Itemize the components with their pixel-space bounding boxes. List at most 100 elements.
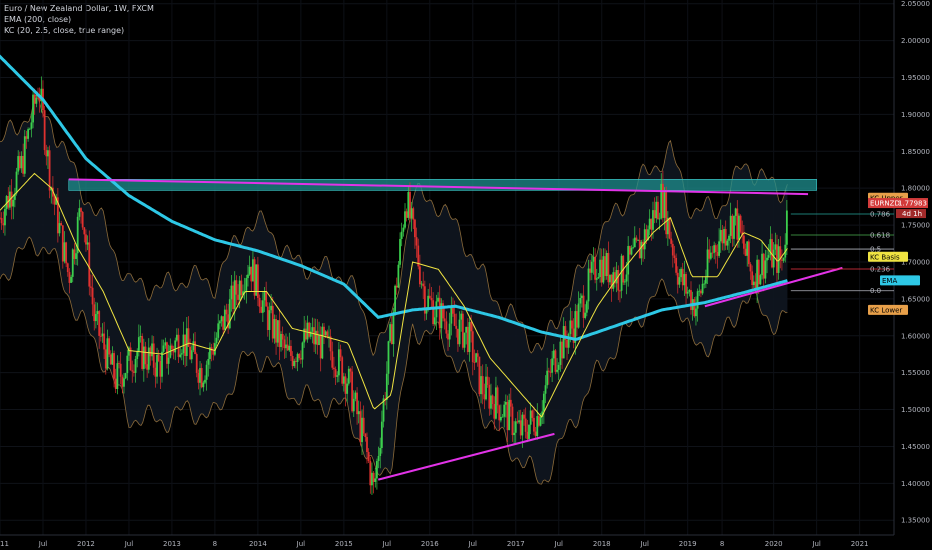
last-price-value: 1.77983	[898, 200, 927, 208]
candle-body	[137, 337, 140, 352]
candle-body	[468, 322, 471, 353]
candle-body	[361, 417, 363, 443]
candle-body	[757, 259, 760, 285]
candle-body	[48, 150, 51, 191]
candle-body	[607, 252, 610, 283]
candle-body	[442, 303, 444, 319]
candle-body	[623, 281, 626, 283]
candle-body	[147, 347, 150, 370]
candle-body	[75, 253, 77, 259]
candle-body	[399, 238, 401, 265]
candle-body	[232, 285, 234, 310]
candle-body	[63, 242, 66, 262]
candle-body	[665, 192, 668, 235]
candle-body	[22, 155, 25, 174]
x-tick-label: 2011	[0, 540, 9, 548]
x-tick-label: 2018	[593, 540, 611, 548]
candle-body	[293, 360, 296, 367]
candle-body	[422, 283, 425, 287]
candle-body	[733, 215, 735, 239]
candle-body	[504, 401, 507, 405]
kc-basis-tag: KC Basis	[868, 251, 908, 262]
candle-body	[58, 223, 61, 234]
x-tick-label: 2013	[163, 540, 181, 548]
y-tick-label: 1.50000	[901, 406, 930, 414]
candle-body	[174, 340, 177, 353]
candle-body	[179, 354, 182, 357]
candle-body	[83, 227, 86, 235]
candle-body	[215, 337, 218, 344]
candle-body	[253, 259, 256, 296]
x-tick-label: 2016	[421, 540, 439, 548]
candle-body	[781, 259, 783, 261]
candle-body	[457, 328, 459, 345]
candle-body	[465, 326, 468, 333]
candle-body	[195, 354, 198, 373]
candle-body	[27, 129, 30, 139]
candle-body	[734, 208, 737, 216]
candle-body	[23, 136, 26, 174]
candle-body	[592, 256, 595, 262]
candle-body	[369, 460, 372, 486]
candle-body	[473, 362, 476, 363]
candle-body	[380, 421, 383, 448]
candle-body	[65, 242, 68, 264]
candle-body	[80, 208, 82, 212]
price-chart[interactable]: 2.05000 2.00000 1.95000 1.90000 1.85000 1.800…	[0, 0, 932, 550]
candle-body	[602, 256, 605, 283]
candle-body	[678, 277, 681, 285]
candle-body	[144, 346, 147, 365]
candle-body	[270, 305, 273, 311]
candle-body	[131, 370, 134, 372]
candle-body	[255, 264, 258, 296]
candle-body	[414, 219, 416, 238]
candle-body	[657, 201, 659, 220]
candle-body	[192, 341, 195, 351]
candle-body	[230, 285, 233, 300]
candle-body	[643, 229, 646, 250]
x-tick-label: Jul	[296, 540, 306, 548]
y-tick-label: 2.05000	[901, 0, 930, 8]
candle-body	[668, 217, 671, 239]
candle-body	[258, 297, 261, 307]
candle-body	[66, 263, 69, 273]
candle-body	[420, 283, 423, 285]
candle-body	[533, 417, 535, 432]
candle-body	[271, 305, 274, 339]
candle-body	[116, 363, 119, 389]
candle-body	[298, 353, 301, 359]
candle-body	[693, 299, 696, 317]
candle-body	[238, 280, 241, 300]
candle-body	[347, 368, 350, 384]
candle-body	[283, 339, 286, 349]
candle-body	[377, 456, 380, 462]
candle-body	[273, 319, 276, 339]
candle-body	[134, 358, 137, 373]
candle-body	[111, 353, 114, 365]
candle-body	[498, 405, 501, 421]
candle-body	[675, 257, 678, 273]
candle-body	[240, 280, 243, 296]
candle-body	[151, 343, 153, 357]
candle-body	[744, 248, 747, 256]
x-tick-label: 2014	[249, 540, 267, 548]
candle-body	[726, 240, 729, 246]
x-tick-label: 2015	[335, 540, 353, 548]
candle-body	[86, 242, 89, 245]
candle-body	[185, 328, 188, 356]
candle-body	[407, 192, 410, 218]
candle-body	[627, 246, 630, 275]
x-tick-label: Jul	[639, 540, 649, 548]
candle-body	[223, 309, 226, 330]
candle-body	[475, 353, 477, 363]
candle-body	[597, 277, 600, 279]
candle-body	[481, 376, 484, 395]
candle-body	[404, 211, 406, 228]
candle-body	[397, 264, 400, 288]
candle-body	[612, 272, 615, 289]
candle-body	[751, 271, 754, 286]
candle-body	[316, 330, 319, 346]
candle-body	[91, 287, 94, 305]
candle-body	[716, 252, 719, 256]
candle-body	[587, 268, 590, 302]
